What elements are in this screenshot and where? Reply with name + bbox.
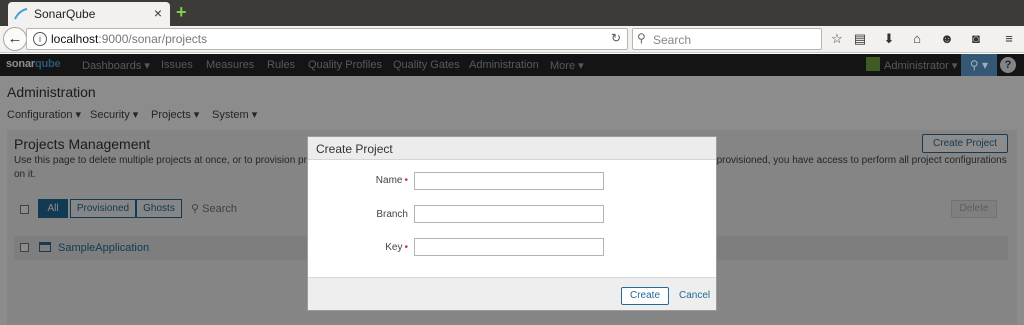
back-arrow-icon[interactable]: ←: [3, 27, 27, 51]
cancel-link[interactable]: Cancel: [679, 290, 710, 301]
dialog-footer: Create Cancel: [308, 277, 716, 310]
url-bar[interactable]: i localhost:9000/sonar/projects ↻: [26, 28, 628, 50]
branch-input[interactable]: [414, 205, 604, 223]
chat-icon[interactable]: ☻: [938, 30, 956, 48]
hamburger-menu-icon[interactable]: ≡: [1000, 30, 1018, 48]
url-text: localhost:9000/sonar/projects: [51, 32, 208, 46]
tab-title: SonarQube: [34, 7, 96, 21]
tab-close-icon[interactable]: ×: [154, 5, 162, 21]
bookmark-star-icon[interactable]: ☆: [828, 30, 846, 48]
download-icon[interactable]: ⬇: [880, 30, 898, 48]
key-label: Key •: [385, 242, 408, 253]
browser-tab-bar: SonarQube × +: [0, 0, 1024, 26]
sonarqube-favicon-icon: [14, 8, 28, 20]
info-icon[interactable]: i: [33, 32, 47, 46]
browser-nav-bar: ← i localhost:9000/sonar/projects ↻ ⚲ Se…: [0, 26, 1024, 53]
help-icon[interactable]: ?: [1000, 57, 1016, 73]
pocket-icon[interactable]: ◙: [967, 30, 985, 48]
dialog-header: Create Project: [308, 137, 716, 160]
name-label: Name •: [375, 175, 408, 186]
reading-list-icon[interactable]: ▤: [851, 30, 869, 48]
home-icon[interactable]: ⌂: [908, 30, 926, 48]
browser-search-bar[interactable]: ⚲ Search: [632, 28, 822, 50]
key-input[interactable]: [414, 238, 604, 256]
new-tab-button[interactable]: +: [176, 2, 194, 22]
branch-label: Branch: [376, 209, 408, 220]
browser-tab[interactable]: SonarQube ×: [8, 2, 170, 26]
name-input[interactable]: [414, 172, 604, 190]
global-search-button[interactable]: ⚲ ▾: [961, 54, 997, 76]
create-project-dialog: Create Project Name • Branch Key • Create …: [307, 136, 717, 311]
reload-icon[interactable]: ↻: [611, 31, 621, 45]
search-icon: ⚲: [637, 31, 646, 45]
create-button[interactable]: Create: [621, 287, 669, 305]
dialog-title: Create Project: [316, 142, 393, 156]
browser-search-placeholder: Search: [653, 33, 692, 47]
